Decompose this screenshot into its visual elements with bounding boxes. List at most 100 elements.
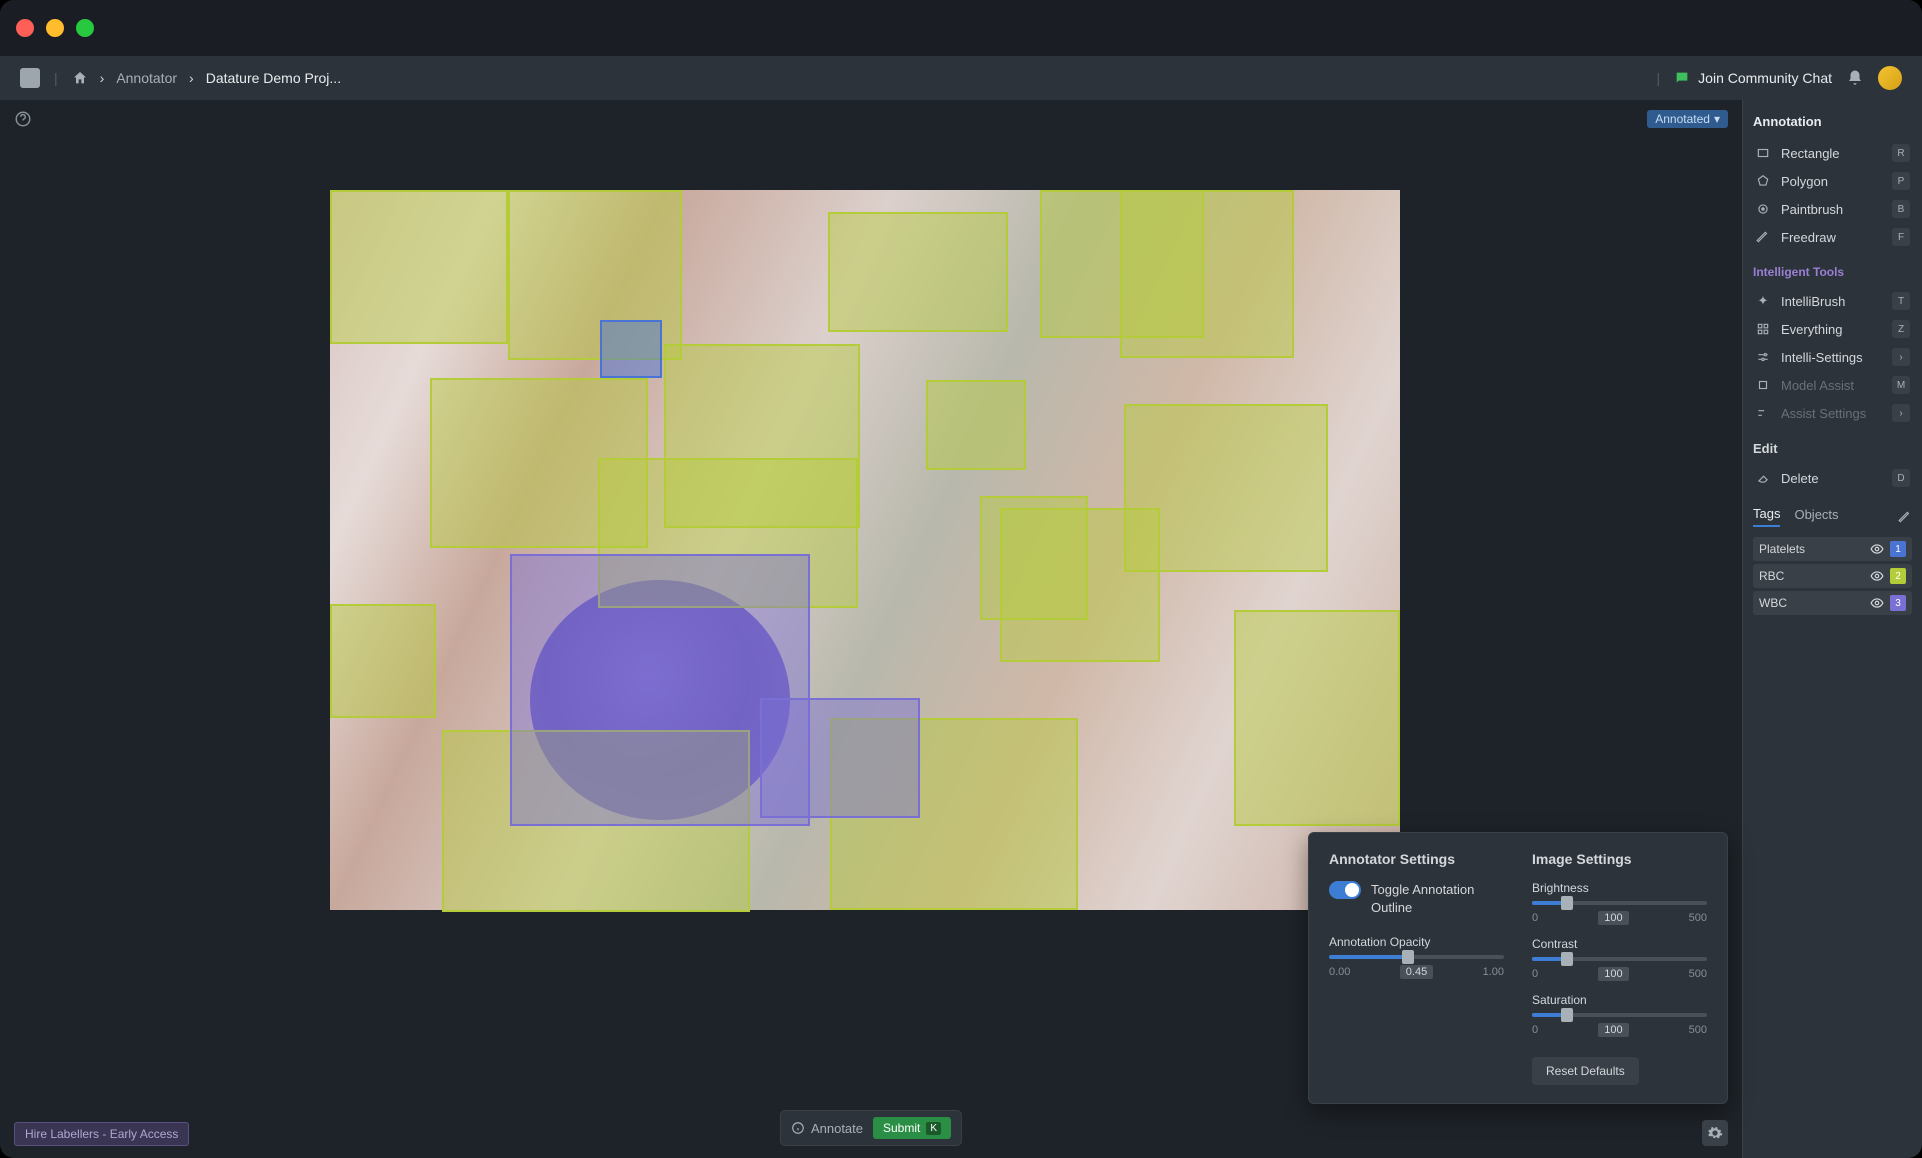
edit-tags-icon[interactable]	[1898, 510, 1912, 524]
opacity-slider-group: Annotation Opacity 0.00 0.45 1.00	[1329, 935, 1504, 979]
maximize-window-button[interactable]	[76, 19, 94, 37]
slider-thumb[interactable]	[1561, 1008, 1573, 1022]
slider-thumb[interactable]	[1561, 952, 1573, 966]
eraser-icon	[1755, 470, 1771, 486]
tool-rectangle[interactable]: Rectangle R	[1753, 139, 1912, 167]
tool-label: IntelliBrush	[1781, 294, 1845, 309]
chat-icon	[1674, 70, 1690, 86]
annotation-box[interactable]	[1120, 190, 1294, 358]
tool-shortcut: D	[1892, 469, 1910, 487]
chevron-right-icon: ›	[1892, 348, 1910, 366]
minimize-window-button[interactable]	[46, 19, 64, 37]
tool-shortcut: M	[1892, 376, 1910, 394]
saturation-label: Saturation	[1532, 993, 1707, 1007]
eye-icon[interactable]	[1870, 542, 1884, 556]
opacity-slider[interactable]	[1329, 955, 1504, 959]
tag-row[interactable]: Platelets1	[1753, 537, 1912, 561]
tool-polygon[interactable]: Polygon P	[1753, 167, 1912, 195]
submit-button[interactable]: Submit K	[873, 1117, 951, 1139]
tool-label: Freedraw	[1781, 230, 1836, 245]
sparkle-icon: ✦	[1755, 293, 1771, 309]
toggle-annotation-outline[interactable]	[1329, 881, 1361, 899]
sliders-icon	[1755, 405, 1771, 421]
annotate-bar: Annotate Submit K	[780, 1110, 962, 1146]
tool-paintbrush[interactable]: Paintbrush B	[1753, 195, 1912, 223]
brightness-slider[interactable]	[1532, 901, 1707, 905]
tag-name: WBC	[1759, 596, 1787, 610]
separator: |	[1657, 70, 1661, 86]
chevron-down-icon: ▾	[1714, 112, 1720, 126]
eye-icon[interactable]	[1870, 596, 1884, 610]
tool-shortcut: B	[1892, 200, 1910, 218]
right-panel: Annotation Rectangle R Polygon P Paintbr…	[1742, 100, 1922, 1158]
tool-label: Paintbrush	[1781, 202, 1843, 217]
help-icon[interactable]	[14, 110, 32, 128]
tag-name: RBC	[1759, 569, 1784, 583]
status-filter-label: Annotated	[1655, 112, 1710, 126]
logo-icon[interactable]	[20, 68, 40, 88]
status-filter-dropdown[interactable]: Annotated ▾	[1647, 110, 1728, 128]
community-chat-link[interactable]: Join Community Chat	[1674, 70, 1832, 86]
tab-objects[interactable]: Objects	[1794, 507, 1838, 526]
tool-intelli-settings[interactable]: Intelli-Settings ›	[1753, 343, 1912, 371]
tag-name: Platelets	[1759, 542, 1805, 556]
separator: |	[54, 70, 58, 86]
tool-label: Polygon	[1781, 174, 1828, 189]
submit-shortcut: K	[926, 1122, 941, 1135]
annotation-box[interactable]	[330, 190, 508, 344]
settings-gear-button[interactable]	[1702, 1120, 1728, 1146]
tool-everything[interactable]: Everything Z	[1753, 315, 1912, 343]
tags-list: Platelets1 RBC2 WBC3	[1753, 537, 1912, 615]
brightness-min: 0	[1532, 912, 1538, 924]
contrast-slider[interactable]	[1532, 957, 1707, 961]
tool-model-assist[interactable]: Model Assist M	[1753, 371, 1912, 399]
tag-row[interactable]: RBC2	[1753, 564, 1912, 588]
annotate-info: Annotate	[791, 1121, 863, 1136]
freedraw-icon	[1755, 229, 1771, 245]
tool-label: Intelli-Settings	[1781, 350, 1863, 365]
breadcrumb-annotator[interactable]: Annotator	[116, 70, 177, 86]
annotator-settings-col: Annotator Settings Toggle Annotation Out…	[1329, 851, 1504, 1085]
tab-tags[interactable]: Tags	[1753, 506, 1780, 527]
saturation-value: 100	[1598, 1023, 1628, 1037]
annotation-box[interactable]	[330, 604, 436, 718]
canvas-area: Annotated ▾ Annotator Settings Toggle An…	[0, 100, 1742, 1158]
notifications-icon[interactable]	[1846, 69, 1864, 87]
eye-icon[interactable]	[1870, 569, 1884, 583]
slider-thumb[interactable]	[1402, 950, 1414, 964]
window-titlebar	[0, 0, 1922, 56]
app-window: | › Annotator › Datature Demo Proj... | …	[0, 0, 1922, 1158]
tool-delete[interactable]: Delete D	[1753, 464, 1912, 492]
tag-row[interactable]: WBC3	[1753, 591, 1912, 615]
chip-icon	[1755, 377, 1771, 393]
annotation-box[interactable]	[828, 212, 1008, 332]
annotation-box[interactable]	[926, 380, 1026, 470]
chevron-right-icon: ›	[100, 70, 105, 86]
chevron-right-icon: ›	[189, 70, 194, 86]
info-icon	[791, 1121, 805, 1135]
saturation-slider-group: Saturation 0100500	[1532, 993, 1707, 1037]
chevron-right-icon: ›	[1892, 404, 1910, 422]
tool-freedraw[interactable]: Freedraw F	[1753, 223, 1912, 251]
image-canvas[interactable]	[330, 190, 1400, 910]
saturation-slider[interactable]	[1532, 1013, 1707, 1017]
avatar[interactable]	[1878, 66, 1902, 90]
breadcrumb-project[interactable]: Datature Demo Proj...	[206, 70, 341, 86]
rectangle-icon	[1755, 145, 1771, 161]
annotation-box[interactable]	[760, 698, 920, 818]
annotate-label: Annotate	[811, 1121, 863, 1136]
annotation-box[interactable]	[1234, 610, 1400, 826]
submit-label: Submit	[883, 1121, 920, 1135]
reset-defaults-button[interactable]: Reset Defaults	[1532, 1057, 1639, 1085]
annotation-box[interactable]	[600, 320, 662, 378]
tool-shortcut: R	[1892, 144, 1910, 162]
tool-shortcut: P	[1892, 172, 1910, 190]
slider-thumb[interactable]	[1561, 896, 1573, 910]
close-window-button[interactable]	[16, 19, 34, 37]
home-icon[interactable]	[72, 70, 88, 86]
tool-assist-settings[interactable]: Assist Settings ›	[1753, 399, 1912, 427]
annotation-box[interactable]	[980, 496, 1088, 620]
tool-intellibrush[interactable]: ✦ IntelliBrush T	[1753, 287, 1912, 315]
hire-labellers-button[interactable]: Hire Labellers - Early Access	[14, 1122, 189, 1146]
saturation-max: 500	[1689, 1024, 1707, 1036]
